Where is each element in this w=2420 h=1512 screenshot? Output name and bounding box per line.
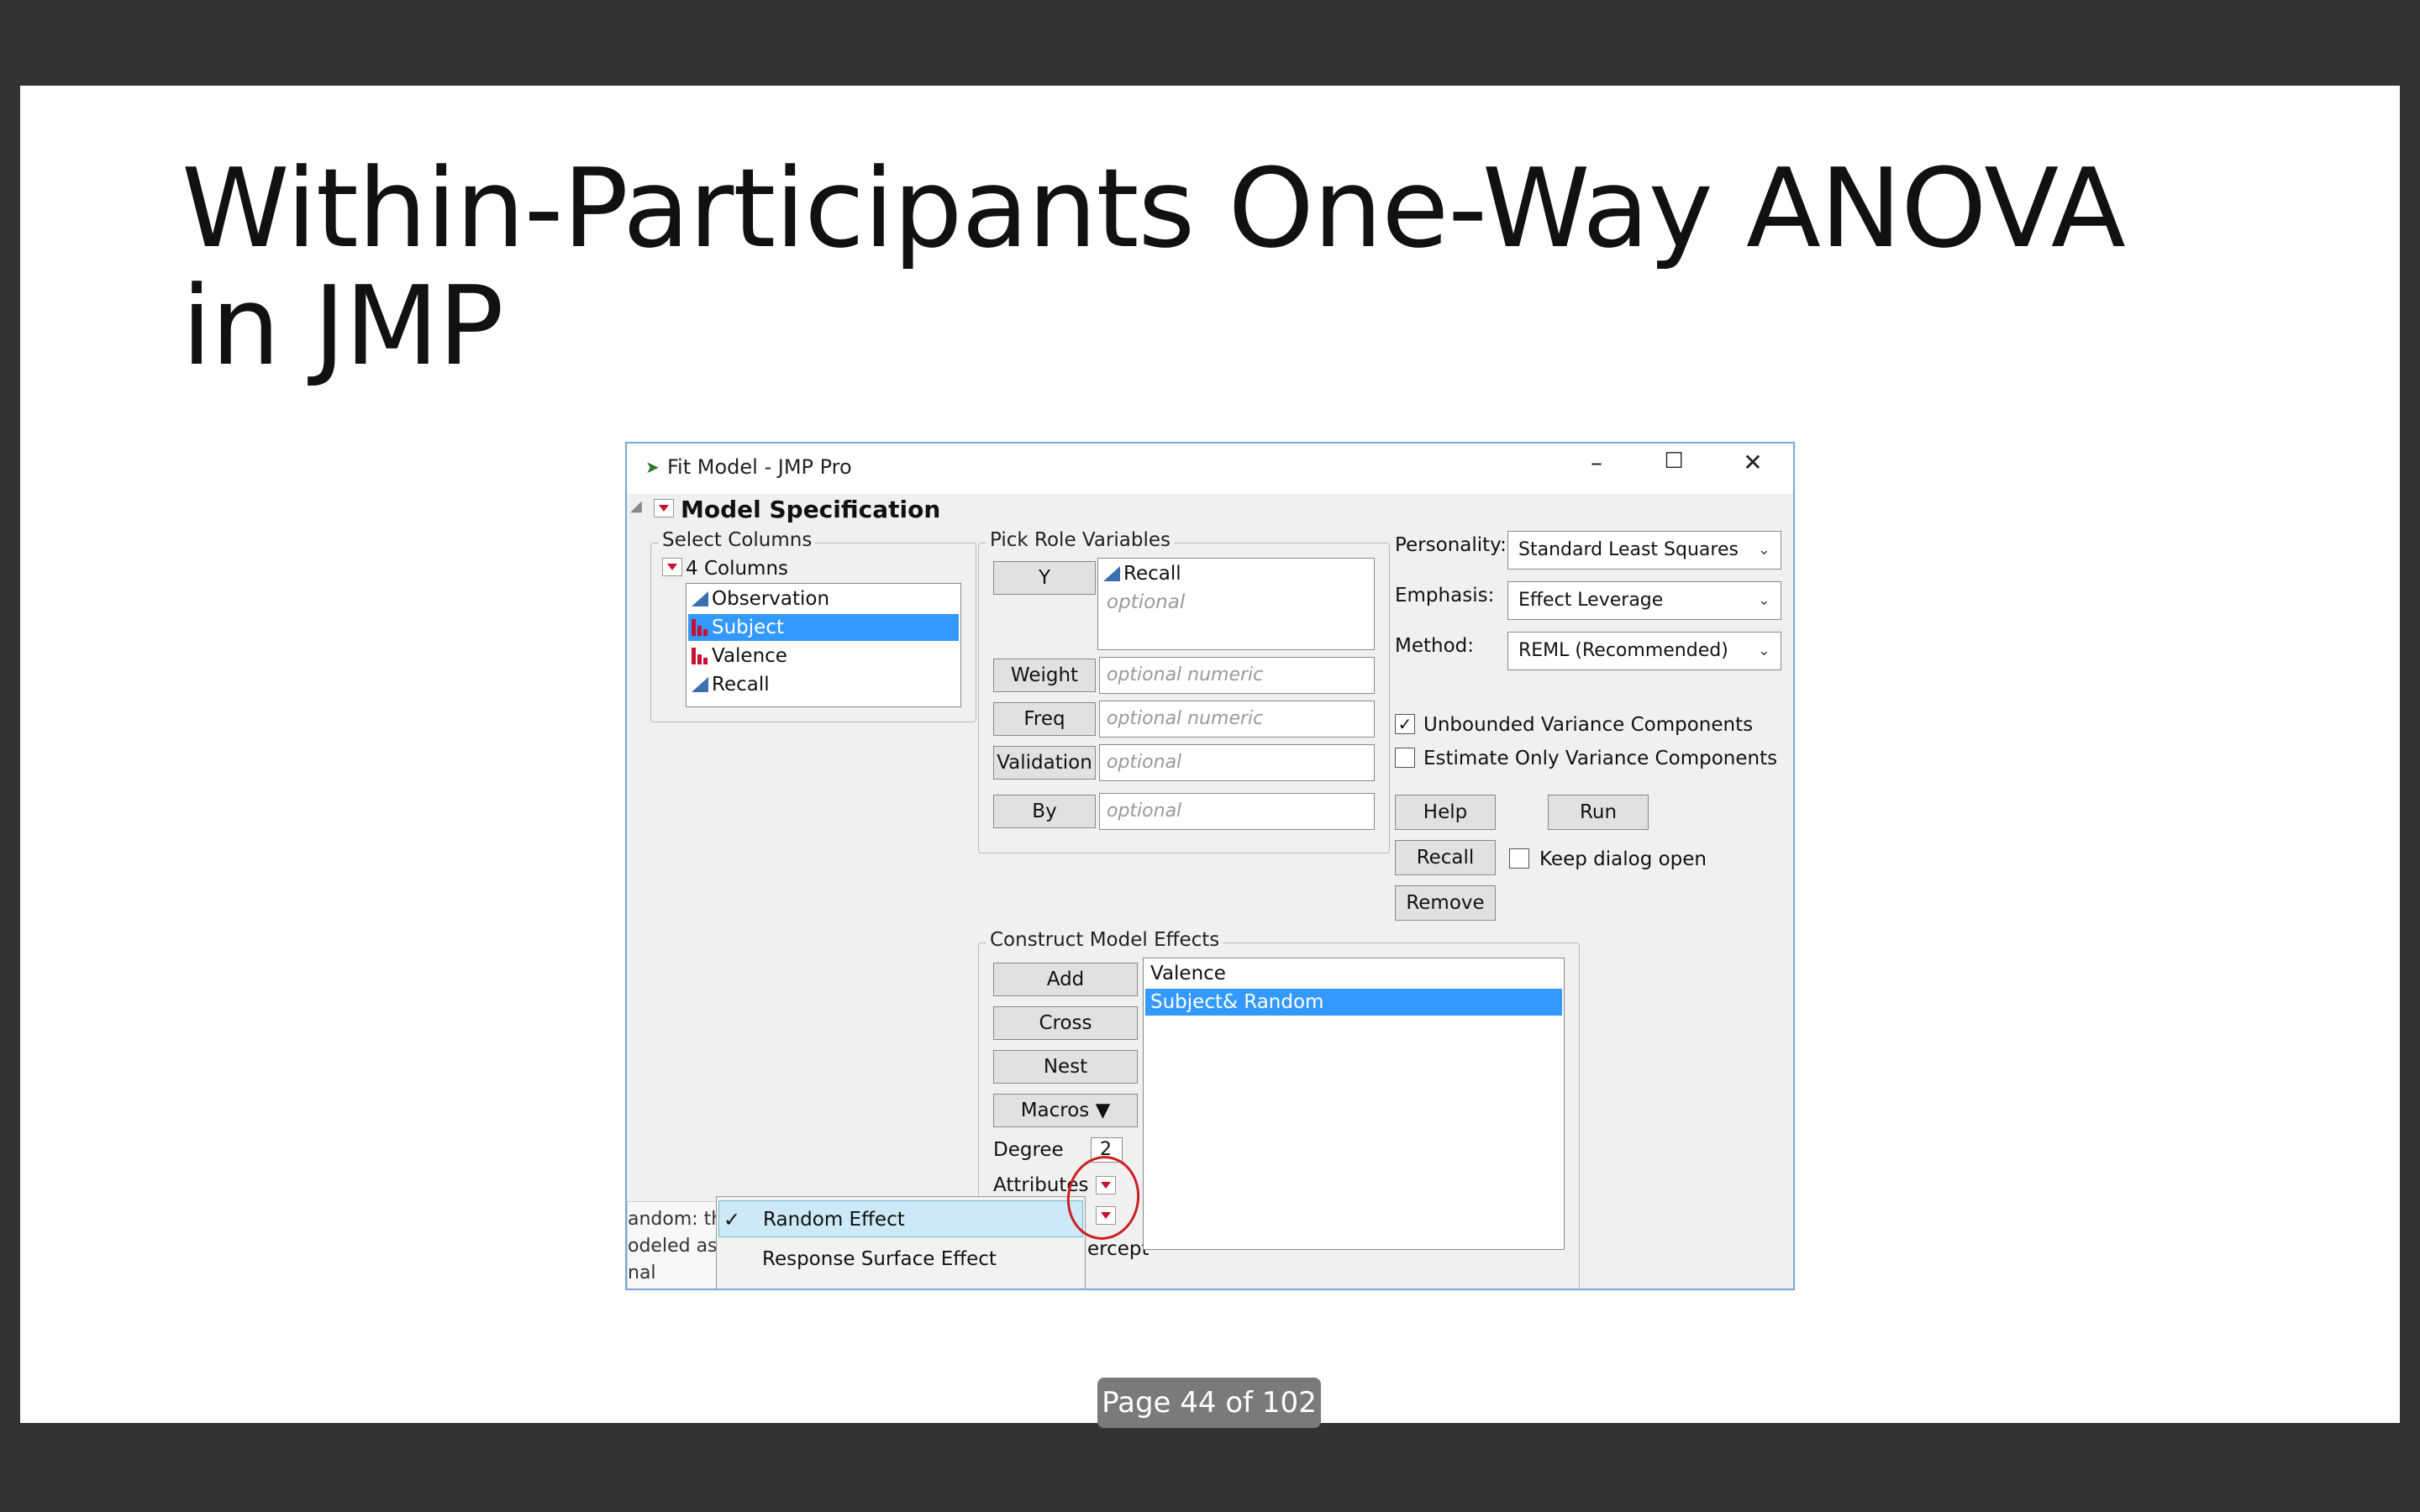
freq-button[interactable]: Freq [993,702,1096,736]
method-select[interactable]: REML (Recommended) ⌄ [1507,632,1781,670]
unbounded-checkbox[interactable]: ✓ [1395,714,1415,734]
personality-label: Personality: [1395,534,1507,556]
emphasis-label: Emphasis: [1395,585,1495,606]
list-item-valence[interactable]: Valence [688,643,959,669]
columns-menu-icon[interactable] [662,558,682,576]
continuous-icon [692,591,708,606]
add-button[interactable]: Add [993,963,1138,996]
recall-button[interactable]: Recall [1395,840,1496,875]
minimize-button[interactable]: – [1580,449,1613,476]
slide-title-line-1: Within-Participants One-Way ANOVA [182,144,2126,272]
emphasis-select[interactable]: Effect Leverage ⌄ [1507,581,1781,620]
personality-select[interactable]: Standard Least Squares ⌄ [1507,531,1781,570]
nominal-icon [692,619,708,636]
nest-button[interactable]: Nest [993,1050,1138,1084]
tooltip-line-3: nal [628,1263,656,1284]
window-titlebar: ➤ Fit Model - JMP Pro – ☐ ✕ [627,444,1793,494]
degree-label: Degree [993,1139,1064,1161]
list-item-recall[interactable]: Recall [688,671,959,698]
columns-count: 4 Columns [686,558,789,580]
by-field[interactable]: optional [1099,793,1375,830]
close-button[interactable]: ✕ [1736,449,1770,476]
chevron-down-icon: ⌄ [1757,541,1770,559]
model-spec-menu-icon[interactable] [654,499,674,517]
construct-effects-label: Construct Model Effects [986,929,1223,951]
fit-model-window: ➤ Fit Model - JMP Pro – ☐ ✕ ◢ Model Spec… [625,442,1795,1290]
method-label: Method: [1395,635,1475,657]
weight-field[interactable]: optional numeric [1099,657,1375,694]
check-icon: ✓ [723,1208,741,1231]
keep-open-checkbox[interactable] [1509,848,1529,869]
estimate-only-label: Estimate Only Variance Components [1423,748,1778,769]
menu-item-random-effect[interactable]: ✓ Random Effect [718,1200,1083,1237]
by-button[interactable]: By [993,795,1096,828]
validation-field[interactable]: optional [1099,744,1375,781]
columns-list: Observation Subject Valence Recall [686,583,961,707]
slide-title: Within-Participants One-Way ANOVA in JMP [182,144,2126,390]
unbounded-label: Unbounded Variance Components [1423,714,1754,736]
chevron-down-icon: ⌄ [1757,591,1770,609]
maximize-button[interactable]: ☐ [1657,449,1691,474]
attributes-popup-menu: ✓ Random Effect Response Surface Effect [716,1196,1086,1289]
slide-title-line-2: in JMP [182,262,504,390]
pick-role-label: Pick Role Variables [986,529,1175,551]
chevron-down-icon: ⌄ [1757,642,1770,659]
cross-button[interactable]: Cross [993,1006,1138,1040]
disclosure-triangle-icon[interactable]: ◢ [630,497,642,515]
remove-button[interactable]: Remove [1395,885,1496,921]
page-indicator: Page 44 of 102 [1097,1378,1321,1428]
jmp-app-icon: ➤ [645,457,660,477]
validation-button[interactable]: Validation [993,746,1096,780]
weight-button[interactable]: Weight [993,659,1096,692]
continuous-icon [692,677,708,692]
y-role-list[interactable]: Recall optional [1097,558,1375,650]
run-button[interactable]: Run [1548,795,1649,830]
menu-item-response-surface-effect[interactable]: Response Surface Effect [718,1241,1083,1278]
window-title: Fit Model - JMP Pro [667,455,852,479]
model-spec-header: Model Specification [681,496,941,523]
effect-item-subject-random[interactable]: Subject& Random [1145,989,1562,1016]
estimate-only-checkbox[interactable] [1395,748,1415,768]
y-role-item: Recall [1100,560,1372,587]
y-button[interactable]: Y [993,561,1096,595]
intercept-label: ercept [1087,1238,1150,1260]
effect-item-valence[interactable]: Valence [1145,960,1562,987]
keep-open-label: Keep dialog open [1539,848,1707,870]
select-columns-label: Select Columns [659,529,816,551]
list-item-observation[interactable]: Observation [688,585,959,612]
continuous-icon [1103,566,1120,581]
nominal-icon [692,648,708,664]
freq-field[interactable]: optional numeric [1099,701,1375,738]
y-role-placeholder: optional [1107,591,1186,613]
help-button[interactable]: Help [1395,795,1496,830]
list-item-subject[interactable]: Subject [688,614,959,641]
effects-list: Valence Subject& Random [1143,958,1565,1250]
macros-button[interactable]: Macros ▼ [993,1094,1138,1127]
